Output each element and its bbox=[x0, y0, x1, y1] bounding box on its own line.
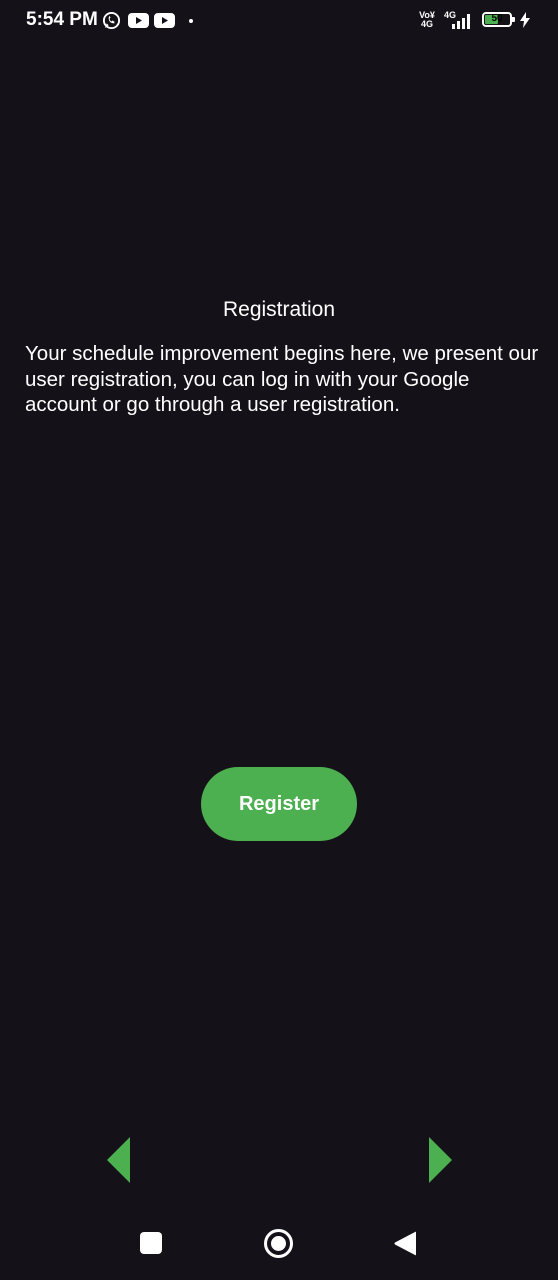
battery-icon: 50 bbox=[482, 12, 512, 27]
page-description: Your schedule improvement begins here, w… bbox=[25, 342, 539, 416]
battery-level: 50 bbox=[491, 13, 503, 24]
signal-icon bbox=[452, 14, 470, 29]
register-button[interactable]: Register bbox=[201, 767, 357, 841]
battery-cap bbox=[512, 17, 515, 22]
page-title: Registration bbox=[222, 298, 336, 321]
triangle-right-icon[interactable] bbox=[427, 1136, 453, 1184]
charging-icon bbox=[520, 12, 530, 28]
home-circle-icon[interactable] bbox=[263, 1228, 294, 1259]
recents-square-icon[interactable] bbox=[140, 1232, 162, 1254]
status-bar: 5:54 PM Vo¥ 4G 4G 50 bbox=[0, 0, 558, 44]
volte-sub-label: 4G bbox=[420, 19, 433, 29]
whatsapp-icon bbox=[102, 11, 121, 30]
back-triangle-icon[interactable] bbox=[394, 1231, 416, 1256]
notification-dot-icon bbox=[189, 19, 193, 23]
system-nav-bar bbox=[0, 1200, 558, 1280]
youtube-icon bbox=[154, 13, 175, 28]
youtube-icon bbox=[128, 13, 149, 28]
triangle-left-icon[interactable] bbox=[106, 1136, 132, 1184]
status-time: 5:54 PM bbox=[26, 9, 98, 30]
